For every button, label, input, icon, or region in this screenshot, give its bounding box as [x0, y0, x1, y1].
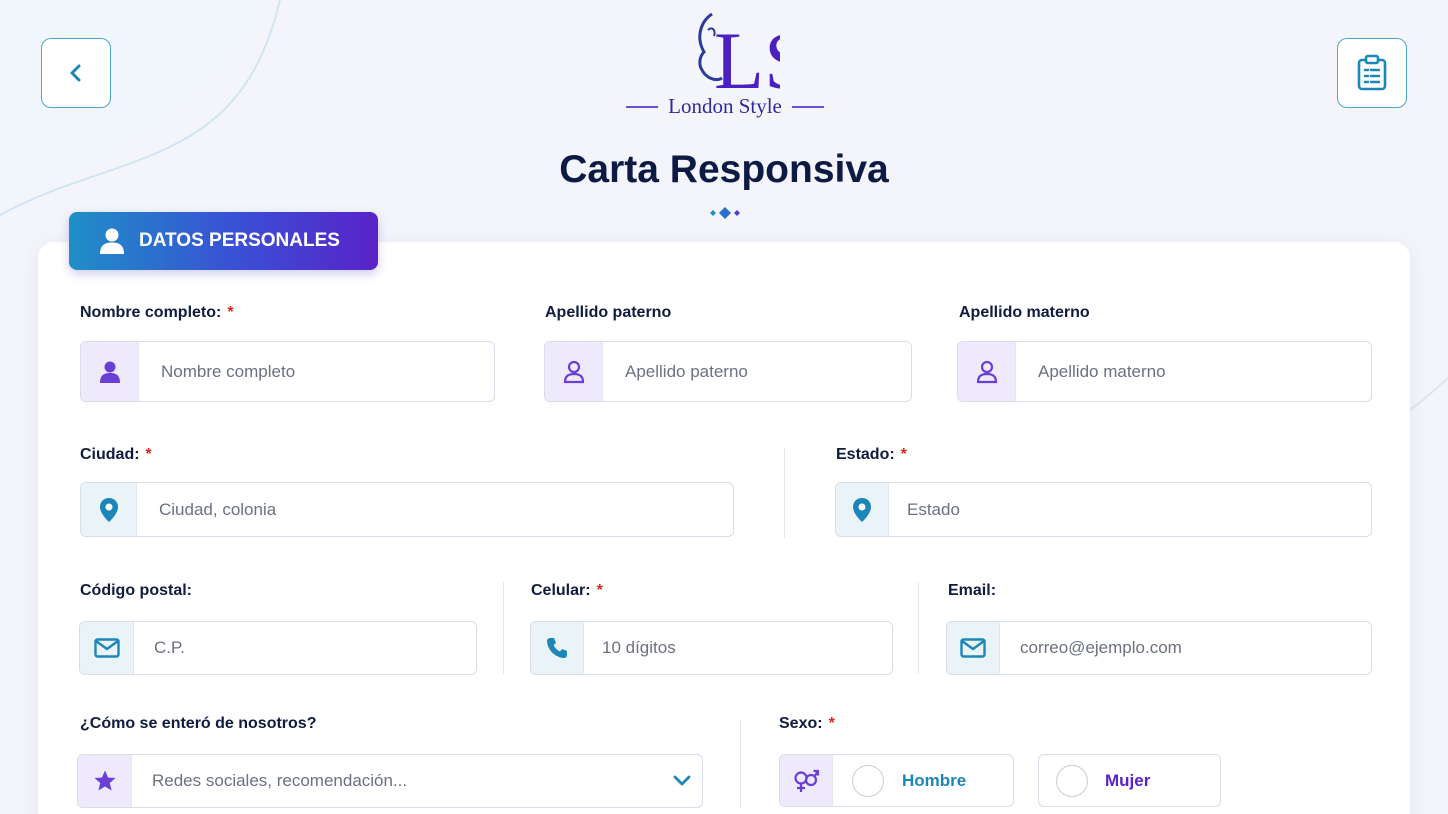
radio-circle-hombre[interactable] [852, 764, 884, 797]
ciudad-input[interactable] [137, 483, 733, 536]
nombre-field[interactable] [80, 341, 495, 402]
map-pin-icon [99, 497, 118, 522]
estado-field[interactable] [835, 482, 1372, 537]
sexo-icon-box [780, 755, 833, 806]
materno-input[interactable] [1016, 342, 1371, 401]
radio-label-hombre: Hombre [902, 770, 967, 790]
phone-icon [547, 638, 567, 658]
gender-icon [794, 769, 820, 792]
logo-monogram-icon: LS [698, 12, 780, 98]
nombre-input[interactable] [139, 342, 494, 401]
ciudad-icon-box [81, 483, 137, 536]
email-input[interactable] [1000, 622, 1371, 674]
estado-label: Estado: * [836, 446, 907, 463]
envelope-icon [93, 638, 120, 658]
cp-input[interactable] [134, 622, 476, 674]
chevron-left-icon [70, 64, 81, 82]
user-icon [100, 228, 124, 254]
chevron-down-icon[interactable] [662, 775, 702, 787]
nombre-label: Nombre completo: * [80, 304, 234, 321]
logo-monogram: LS [714, 15, 780, 98]
brand-name: London Style [668, 94, 782, 118]
materno-label: Apellido materno [959, 304, 1090, 321]
brand-line-left [626, 105, 659, 108]
nombre-icon-box [81, 342, 139, 401]
celular-input[interactable] [584, 622, 892, 674]
section-label: DATOS PERSONALES [139, 230, 340, 251]
star-icon [94, 770, 115, 791]
map-pin-icon [853, 497, 871, 522]
brand-line-right [791, 105, 824, 108]
row-separator [784, 448, 785, 538]
radio-mujer[interactable]: Mujer [1038, 754, 1221, 807]
referencia-label: ¿Cómo se enteró de nosotros? [80, 715, 317, 732]
ciudad-field[interactable] [80, 482, 734, 537]
paterno-icon-box [545, 342, 603, 401]
envelope-icon [960, 638, 986, 658]
clipboard-button[interactable] [1337, 38, 1407, 108]
cp-label: Código postal: [80, 582, 192, 599]
celular-field[interactable] [530, 621, 893, 675]
user-outline-icon [976, 360, 997, 383]
radio-circle-mujer[interactable] [1056, 764, 1088, 797]
referencia-input[interactable] [132, 755, 662, 807]
user-outline-icon [563, 360, 584, 383]
radio-hombre[interactable]: Hombre [779, 754, 1014, 807]
referencia-select[interactable] [77, 754, 703, 808]
clipboard-list-icon [1357, 54, 1387, 91]
sexo-label: Sexo: * [779, 715, 835, 732]
cp-field[interactable] [79, 621, 477, 675]
email-label: Email: [948, 582, 997, 599]
estado-input[interactable] [889, 483, 1371, 536]
cp-icon-box [80, 622, 134, 674]
paterno-label: Apellido paterno [545, 304, 672, 321]
estado-icon-box [836, 483, 889, 536]
celular-label: Celular: * [531, 582, 603, 599]
paterno-input[interactable] [603, 342, 911, 401]
ciudad-label: Ciudad: * [80, 446, 152, 463]
email-field[interactable] [946, 621, 1372, 675]
email-icon-box [947, 622, 1000, 674]
materno-icon-box [958, 342, 1016, 401]
radio-label-mujer: Mujer [1105, 770, 1151, 790]
referencia-icon-box [78, 755, 132, 807]
page-title: Carta Responsiva [559, 148, 889, 191]
back-button[interactable] [41, 38, 111, 108]
section-tab-datos-personales: DATOS PERSONALES [69, 212, 378, 270]
title-divider [580, 207, 870, 219]
row-separator [740, 720, 741, 808]
celular-icon-box [531, 622, 584, 674]
row-separator [918, 582, 919, 674]
brand-logo: LS London Style [600, 8, 850, 130]
materno-field[interactable] [957, 341, 1372, 402]
row-separator [503, 582, 504, 674]
paterno-field[interactable] [544, 341, 912, 402]
user-solid-icon [99, 361, 120, 383]
